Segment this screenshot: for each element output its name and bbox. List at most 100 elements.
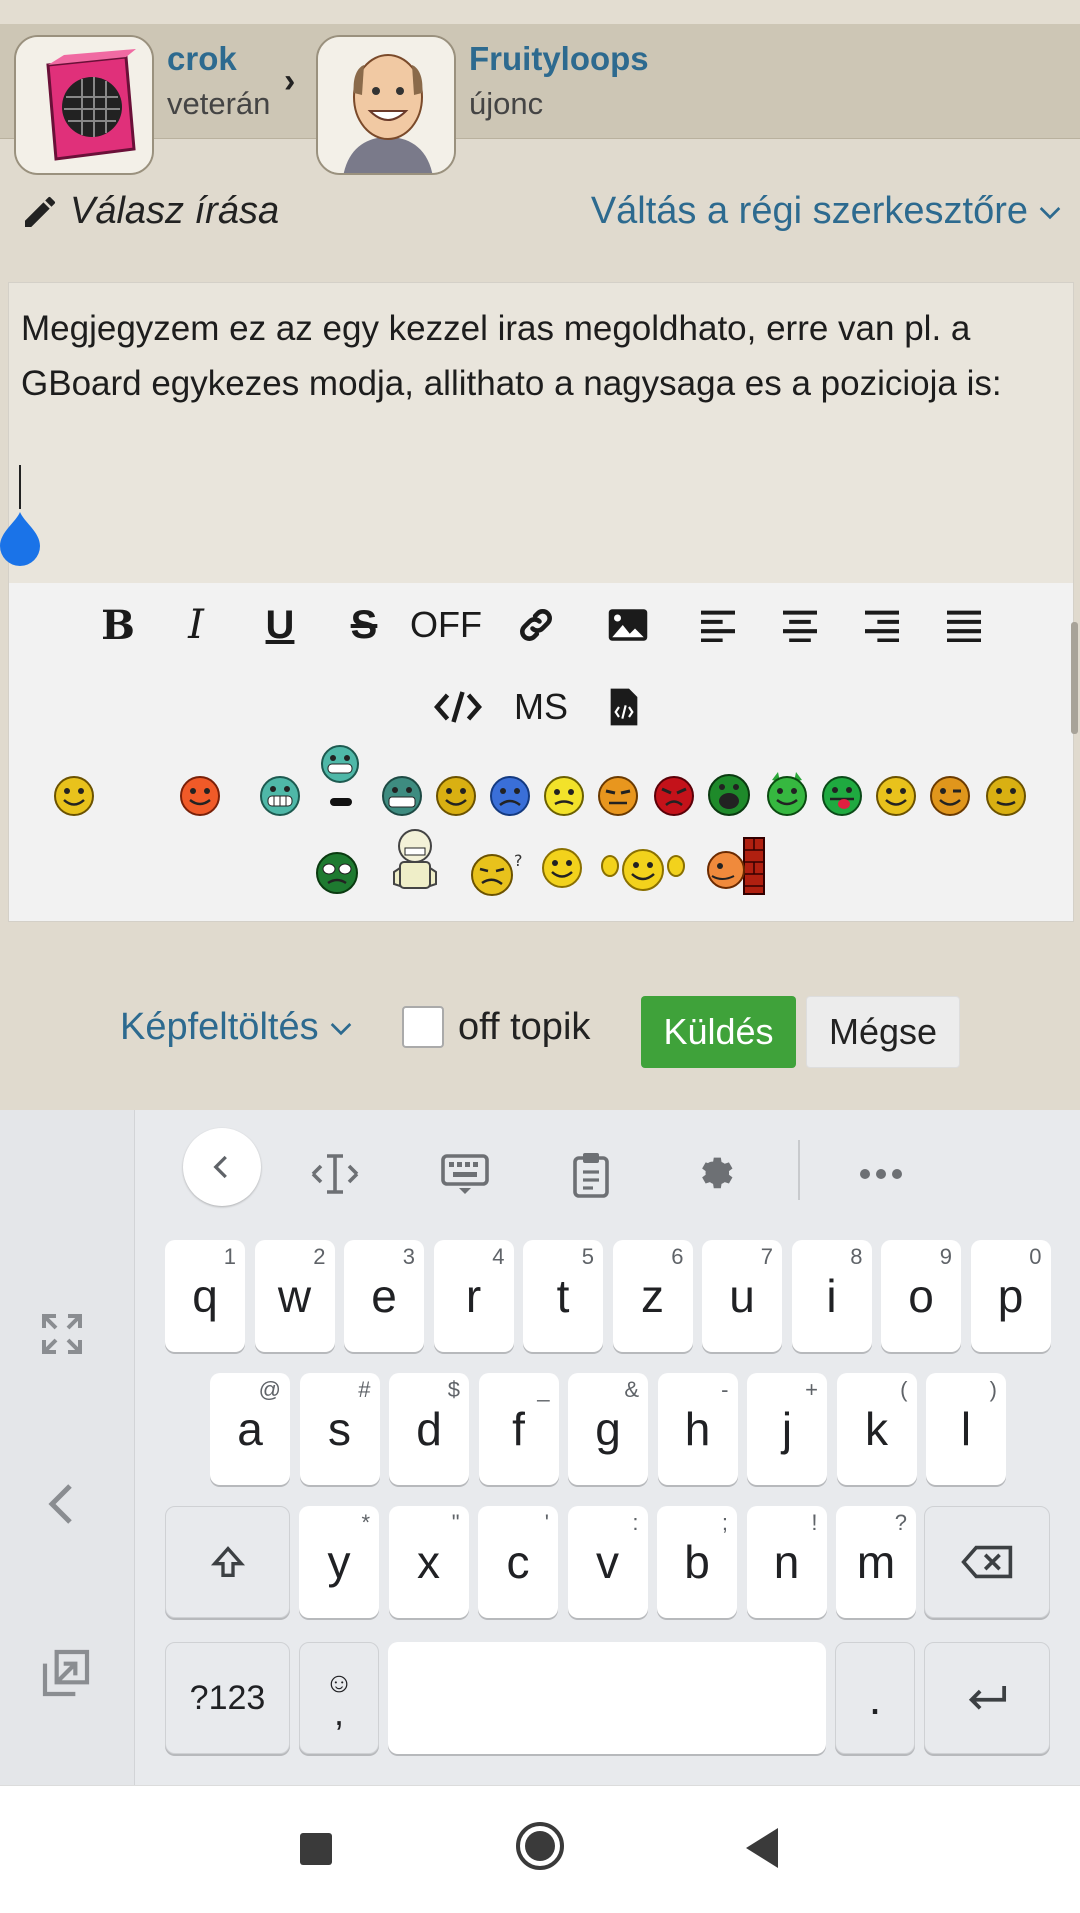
keyboard-icon[interactable] [430,1134,500,1214]
key-p[interactable]: p0 [970,1240,1051,1352]
key-c[interactable]: c ' [478,1506,558,1618]
key-t[interactable]: t5 [523,1240,603,1352]
sick-emoji-icon[interactable] [314,850,360,896]
switch-editor-link[interactable]: Váltás a régi szerkesztőre [591,190,1066,233]
key-a[interactable]: a @ [210,1373,290,1485]
smile-emoji-icon[interactable] [52,774,96,818]
blush-emoji-icon[interactable] [178,774,222,818]
teeth-emoji-icon[interactable] [380,774,424,818]
key-k[interactable]: k( [836,1373,917,1485]
key-b[interactable]: b; [657,1506,737,1618]
ms-format-button[interactable]: MS [508,672,574,742]
caret-handle[interactable] [0,510,46,570]
key-f[interactable]: f _ [478,1373,559,1485]
user-name-2[interactable]: Fruityloops [469,40,649,78]
key-w[interactable]: w2 [254,1240,335,1352]
offtopic-label[interactable]: off topik [458,1006,590,1049]
user-name-1[interactable]: crok [167,40,237,78]
keyboard-back-button[interactable] [183,1128,261,1206]
key-m[interactable]: m? [836,1506,916,1618]
key-r[interactable]: r4 [433,1240,514,1352]
enter-key[interactable] [924,1642,1050,1754]
align-center-icon[interactable] [778,590,822,660]
home-circle-icon[interactable] [514,1820,566,1872]
space-key[interactable] [388,1642,826,1754]
back-triangle-icon[interactable] [742,1826,782,1870]
recents-square-icon[interactable] [298,1831,334,1867]
link-icon[interactable] [512,590,560,660]
cancel-button[interactable]: Mégse [806,996,960,1068]
key-g[interactable]: g & [568,1373,648,1485]
key-j[interactable]: j + [747,1373,827,1485]
waving-emoji-icon[interactable] [600,844,686,896]
more-options-icon[interactable] [846,1134,916,1214]
offtopic-checkbox[interactable] [402,1006,444,1048]
key-l[interactable]: l) [926,1373,1006,1485]
strikethrough-icon[interactable]: S [342,590,386,660]
key-s[interactable]: s # [299,1373,380,1485]
italic-icon[interactable]: I [176,590,216,660]
key-y[interactable]: y * [299,1506,379,1618]
align-left-icon[interactable] [696,590,740,660]
confused-emoji-icon[interactable]: ? [468,848,528,898]
editor-text[interactable]: Megjegyzem ez az egy kezzel iras megoldh… [21,301,1061,411]
underline-icon[interactable]: U [258,590,302,660]
chevron-left-icon [213,1155,227,1179]
grin-emoji-icon[interactable] [258,772,302,820]
key-h[interactable]: h- [657,1373,738,1485]
annoyed-emoji-icon[interactable] [596,774,640,818]
undock-icon[interactable] [38,1645,94,1701]
key-i[interactable]: i8 [791,1240,872,1352]
key-v[interactable]: v: [567,1506,648,1618]
sad-emoji-icon[interactable] [488,774,532,818]
send-button[interactable]: Küldés [641,996,796,1068]
expand-icon[interactable] [38,1310,86,1358]
scrollbar-thumb[interactable] [1071,622,1078,734]
avatar-fruityloops[interactable] [316,35,456,175]
bold-icon[interactable]: B [96,590,140,660]
key-hint: 9 [939,1244,952,1269]
worried-emoji-icon[interactable] [542,774,586,818]
key-e[interactable]: e3 [344,1240,424,1352]
key-x[interactable]: x " [388,1506,469,1618]
align-right-icon[interactable] [860,590,904,660]
shout-emoji-icon[interactable] [706,772,752,818]
text-cursor-icon[interactable] [300,1134,370,1214]
key-n[interactable]: n! [746,1506,827,1618]
reply-title: Válasz írása [20,190,279,233]
move-left-icon[interactable] [38,1480,86,1528]
key-u[interactable]: u7 [702,1240,782,1352]
align-justify-icon[interactable] [942,590,986,660]
user-header: crok veterán › Fruityloops újonc [0,0,1080,175]
cool-emoji-icon[interactable] [984,774,1028,818]
devil-emoji-icon[interactable] [764,770,810,818]
image-icon[interactable] [604,590,652,660]
off-topic-format-button[interactable]: OFF [410,590,482,660]
clipboard-icon[interactable] [556,1134,626,1214]
key-d[interactable]: d $ [389,1373,469,1485]
tongue-emoji-icon[interactable] [820,774,864,818]
backspace-key[interactable] [924,1506,1050,1618]
period-key[interactable]: . [835,1642,915,1754]
thumbs-up-emoji-icon[interactable] [388,828,442,894]
file-code-icon[interactable] [604,672,644,742]
key-o[interactable]: o9 [881,1240,961,1352]
symbols-key[interactable]: ?123 [165,1642,290,1754]
jump-emoji-icon[interactable] [318,744,362,810]
angry-emoji-icon[interactable] [652,774,696,818]
switch-editor-label[interactable]: Váltás a régi szerkesztőre [591,190,1028,233]
emoji-comma-key[interactable]: ☺, [299,1642,379,1754]
code-icon[interactable] [432,672,484,742]
avatar-crok[interactable] [14,35,154,175]
key-z[interactable]: z6 [612,1240,693,1352]
grin2-emoji-icon[interactable] [874,774,918,818]
image-upload-label[interactable]: Képfeltöltés [120,1006,319,1049]
settings-gear-icon[interactable] [684,1134,754,1214]
image-upload-dropdown[interactable]: Képfeltöltés [120,1006,357,1049]
happy-emoji-icon[interactable] [434,774,478,818]
wink-emoji-icon[interactable] [928,774,972,818]
smile-yellow-emoji-icon[interactable] [540,846,584,890]
key-q[interactable]: q1 [165,1240,245,1352]
wall-emoji-icon[interactable] [704,836,766,896]
shift-key[interactable] [165,1506,290,1618]
